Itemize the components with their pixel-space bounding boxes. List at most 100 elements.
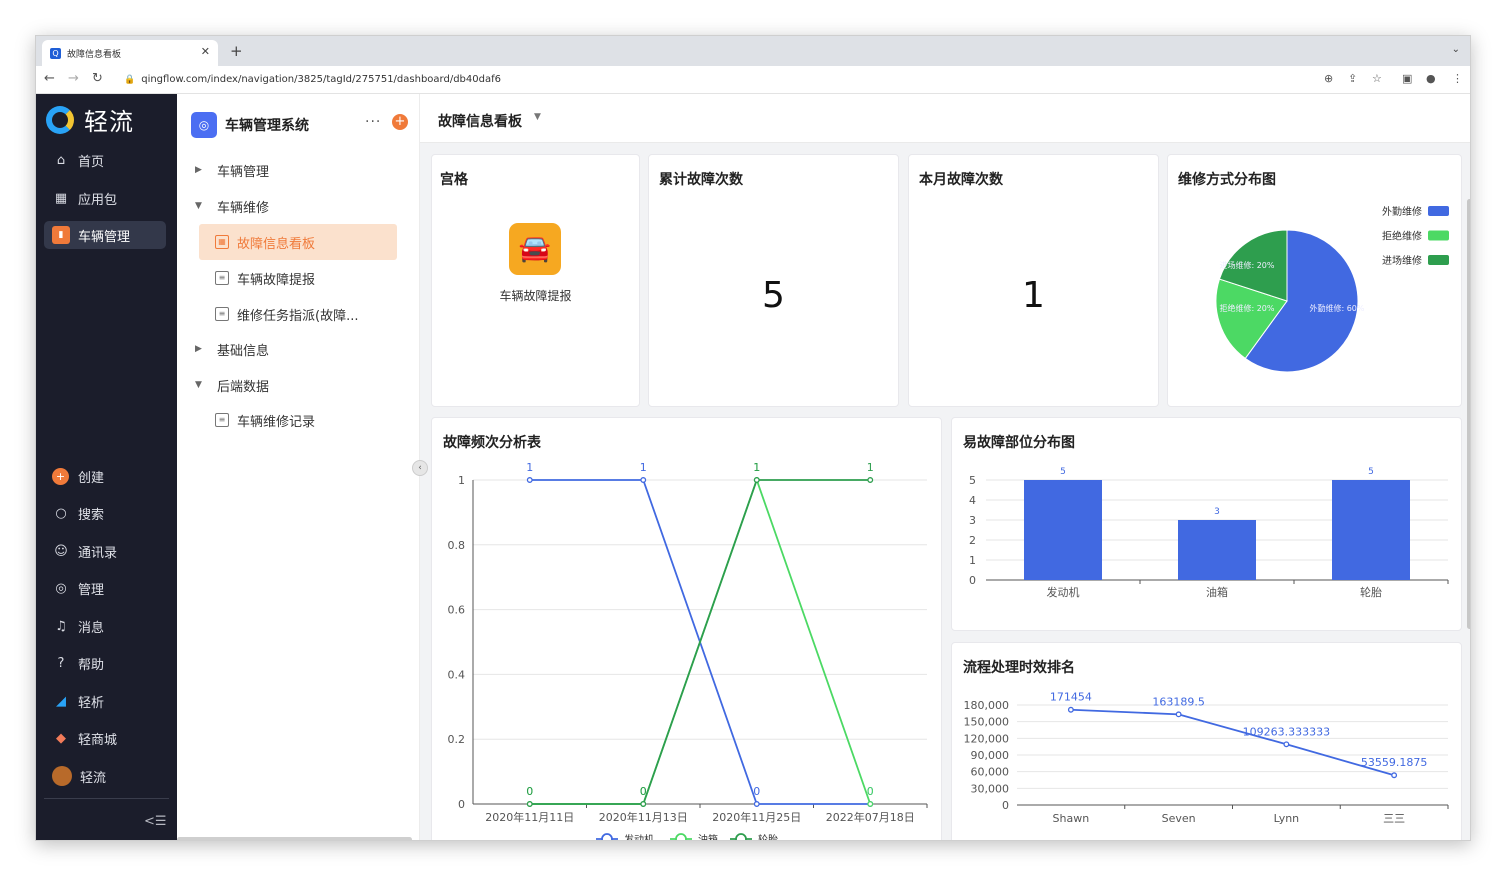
horizontal-scrollbar[interactable] bbox=[177, 837, 412, 840]
car-icon[interactable]: 🚘 bbox=[509, 223, 561, 275]
nav-item-apps[interactable]: ▦ 应用包 bbox=[44, 184, 166, 212]
tree-label: 故障信息看板 bbox=[237, 236, 316, 252]
data-label: 109263.333333 bbox=[1243, 725, 1330, 738]
dashboard-title[interactable]: 故障信息看板 bbox=[438, 111, 522, 131]
app-header[interactable]: ◎ 车辆管理系统 bbox=[191, 112, 309, 138]
tab-title: 故障信息看板 bbox=[67, 49, 122, 60]
close-tab-icon[interactable]: ✕ bbox=[201, 45, 210, 58]
brand-logo[interactable]: 轻流 bbox=[46, 102, 134, 137]
gear-icon: ◎ bbox=[55, 580, 67, 596]
star-icon[interactable]: ☆ bbox=[1372, 72, 1382, 85]
expand-arrow-icon[interactable]: ▶ bbox=[195, 165, 211, 175]
legend-swatch bbox=[1428, 255, 1449, 265]
bar-value-label: 3 bbox=[1214, 507, 1220, 517]
y-tick-label: 0.4 bbox=[448, 668, 466, 681]
tree-label: 车辆维修 bbox=[217, 200, 270, 216]
bar-card: 易故障部位分布图 0 1 2 3 4 5 5 发动机 3 油箱 5 轮胎 bbox=[951, 417, 1462, 631]
x-tick-label: 三三 bbox=[1383, 812, 1405, 825]
share-icon[interactable]: ⇪ bbox=[1348, 72, 1357, 85]
app-logo-icon: ◎ bbox=[191, 112, 217, 138]
tree-item-fault-dashboard[interactable]: ▦ 故障信息看板 bbox=[199, 224, 397, 260]
nav-item-contacts[interactable]: ☺ 通讯录 bbox=[44, 537, 166, 565]
grid-item-label[interactable]: 车辆故障提报 bbox=[432, 287, 639, 304]
search-icon: ○ bbox=[55, 505, 67, 521]
tree-label: 维修任务指派(故障... bbox=[237, 308, 359, 324]
collapse-sidebar-icon[interactable]: <☰ bbox=[144, 814, 167, 829]
address-bar[interactable]: 🔒 qingflow.com/index/navigation/3825/tagI… bbox=[116, 70, 1416, 90]
y-tick-label: 90,000 bbox=[971, 749, 1010, 762]
app-title: 车辆管理系统 bbox=[225, 118, 309, 134]
legend-marker bbox=[675, 833, 687, 840]
collapse-arrow-icon[interactable]: ▼ bbox=[195, 201, 211, 211]
pie-chart: 外勤维修: 60% 拒绝维修: 20% 进场维修: 20% 外勤维修拒绝维修进场维修 bbox=[1215, 205, 1449, 373]
forward-icon[interactable]: → bbox=[68, 71, 79, 86]
legend-label: 外勤维修 bbox=[1382, 205, 1422, 218]
bar-value-label: 5 bbox=[1060, 467, 1066, 477]
tree-item-repair-records[interactable]: ≡ 车辆维修记录 bbox=[215, 402, 315, 438]
data-label: 171454 bbox=[1050, 691, 1092, 704]
nav-label: 车辆管理 bbox=[78, 229, 131, 245]
tree-item-task-assign[interactable]: ≡ 维修任务指派(故障... bbox=[215, 296, 358, 332]
tree-label: 车辆维修记录 bbox=[237, 414, 316, 430]
menu-icon[interactable]: ⋮ bbox=[1452, 72, 1463, 85]
y-tick-label: 5 bbox=[969, 474, 976, 487]
add-icon[interactable]: + bbox=[392, 114, 408, 130]
bar-chart: 0 1 2 3 4 5 5 发动机 3 油箱 5 轮胎 bbox=[969, 467, 1449, 599]
pie-slice-label: 外勤维修: 60% bbox=[1309, 303, 1364, 313]
brand-name: 轻流 bbox=[84, 108, 134, 136]
nav-item-messages[interactable]: ♫ 消息 bbox=[44, 612, 166, 640]
bell-icon: ♫ bbox=[55, 618, 67, 634]
data-label: 0 bbox=[640, 785, 647, 798]
y-tick-label: 1 bbox=[458, 474, 465, 487]
tree-item-vehicle-mgmt[interactable]: ▶ 车辆管理 bbox=[195, 152, 269, 188]
qingflow-favicon-icon: Q bbox=[50, 47, 61, 59]
nav-item-profile[interactable]: 轻流 bbox=[44, 762, 166, 790]
nav-item-vehicle[interactable]: ▮ 车辆管理 bbox=[44, 221, 166, 249]
app-tree-panel: ◎ 车辆管理系统 ··· + ▶ 车辆管理 ▼ 车辆维修 ▦ 故障信息看板 ≡ 车辆故障… bbox=[177, 94, 420, 840]
zoom-icon[interactable]: ⊕ bbox=[1324, 72, 1333, 85]
tree-item-basic-info[interactable]: ▶ 基础信息 bbox=[195, 331, 269, 367]
x-tick-label: 2020年11月11日 bbox=[485, 810, 574, 824]
profile-icon[interactable]: ● bbox=[1426, 72, 1436, 85]
more-icon[interactable]: ··· bbox=[365, 114, 381, 130]
nav-item-search[interactable]: ○ 搜索 bbox=[44, 499, 166, 527]
expand-arrow-icon[interactable]: ▶ bbox=[195, 344, 211, 354]
vertical-scrollbar[interactable] bbox=[1467, 199, 1470, 629]
y-tick-label: 0.2 bbox=[448, 733, 466, 746]
new-tab-icon[interactable]: + bbox=[230, 42, 243, 60]
nav-label: 轻流 bbox=[80, 770, 107, 786]
y-tick-label: 0 bbox=[1002, 799, 1009, 812]
nav-item-admin[interactable]: ◎ 管理 bbox=[44, 574, 166, 602]
browser-toolbar: ← → ↻ 🔒 qingflow.com/index/navigation/382… bbox=[36, 66, 1470, 94]
nav-item-analytics[interactable]: ◢ 轻析 bbox=[44, 687, 166, 715]
collapse-arrow-icon[interactable]: ▼ bbox=[195, 380, 211, 390]
apps-icon: ▦ bbox=[54, 190, 68, 206]
line-card: 故障频次分析表 0 0.2 0.4 0.6 0.8 1 2020年11月11日 2020年11… bbox=[431, 417, 942, 840]
bar-value-label: 5 bbox=[1368, 467, 1374, 477]
nav-item-help[interactable]: ? 帮助 bbox=[44, 649, 166, 677]
dashboard-icon: ▦ bbox=[215, 235, 229, 249]
series-line bbox=[1070, 708, 1395, 777]
chevron-down-icon[interactable]: ▼ bbox=[534, 112, 541, 122]
tree-item-backend-data[interactable]: ▼ 后端数据 bbox=[195, 367, 269, 403]
back-icon[interactable]: ← bbox=[44, 71, 55, 86]
tree-label: 基础信息 bbox=[217, 343, 270, 359]
nav-item-create[interactable]: + 创建 bbox=[44, 462, 166, 490]
nav-item-store[interactable]: ◆ 轻商城 bbox=[44, 724, 166, 752]
tree-item-fault-report[interactable]: ≡ 车辆故障提报 bbox=[215, 260, 315, 296]
y-tick-label: 4 bbox=[969, 494, 976, 507]
sidepanel-icon[interactable]: ▣ bbox=[1402, 72, 1412, 85]
pie-slice-label: 进场维修: 20% bbox=[1219, 260, 1274, 270]
y-tick-label: 0 bbox=[458, 798, 465, 811]
rank-line-chart: 0 30,000 60,000 90,000 120,000 150,000 180,000… bbox=[964, 691, 1449, 825]
collapse-panel-icon[interactable]: ‹ bbox=[412, 460, 428, 476]
x-tick-label: Seven bbox=[1162, 812, 1196, 825]
data-point bbox=[640, 801, 647, 807]
data-label: 1 bbox=[753, 461, 760, 474]
y-tick-label: 0.8 bbox=[448, 539, 466, 552]
tree-item-vehicle-repair[interactable]: ▼ 车辆维修 bbox=[195, 188, 269, 224]
reload-icon[interactable]: ↻ bbox=[92, 71, 103, 86]
nav-item-home[interactable]: ⌂ 首页 bbox=[44, 146, 166, 174]
browser-tab[interactable]: Q 故障信息看板 ✕ bbox=[42, 40, 218, 66]
tab-search-chevron-icon[interactable]: ⌄ bbox=[1452, 44, 1460, 55]
